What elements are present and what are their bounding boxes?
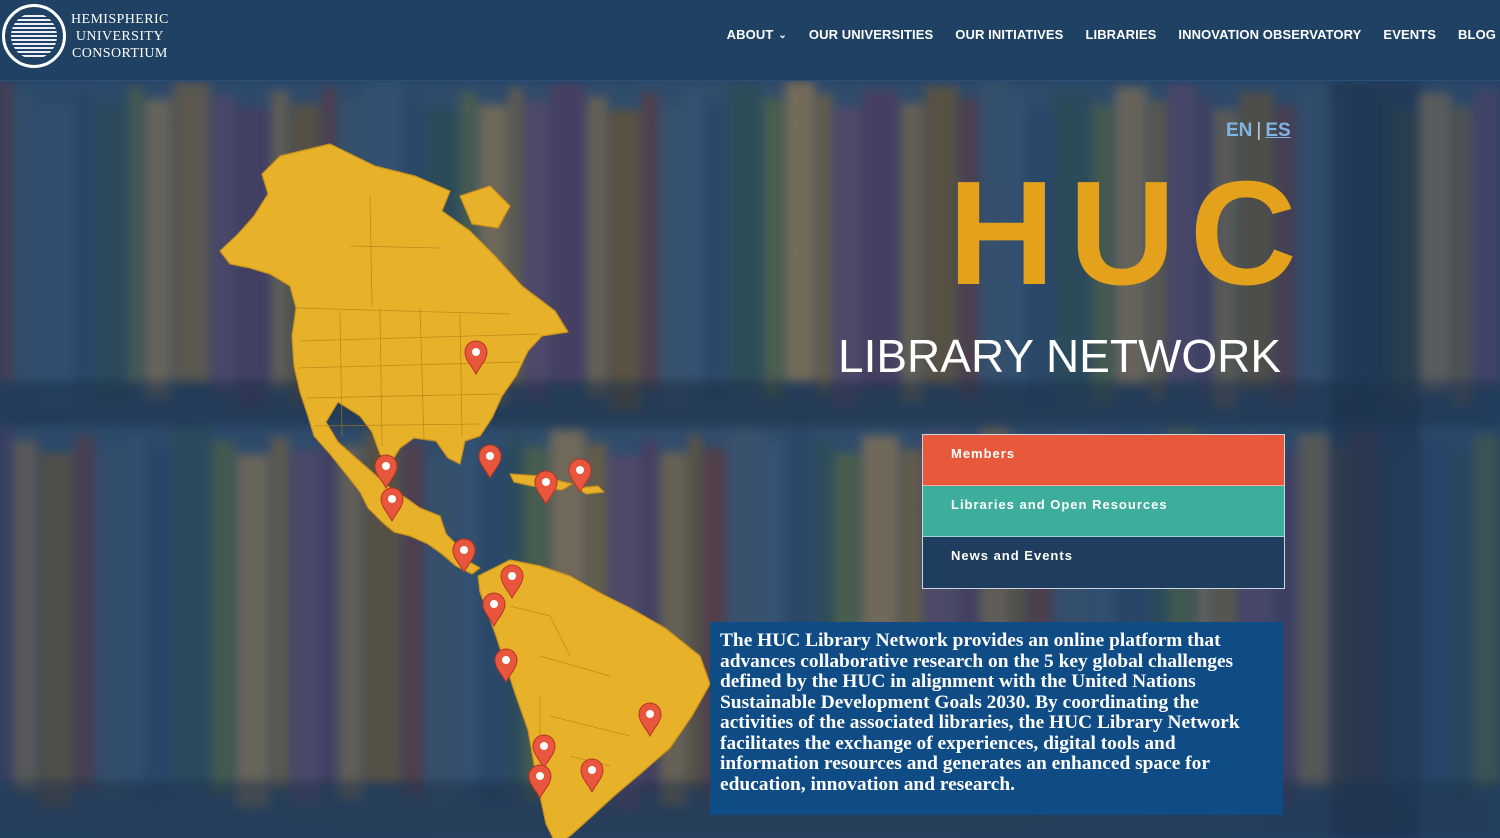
lang-en-link[interactable]: EN (1226, 120, 1252, 141)
map-pin-icon (534, 470, 558, 506)
nav-about-label: ABOUT (726, 27, 774, 42)
logo-line-1: HEMISPHERIC (71, 11, 169, 27)
lang-separator: | (1256, 120, 1262, 141)
nav-item-libraries[interactable]: LIBRARIES (1085, 27, 1156, 42)
logo-line-3: CONSORTIUM (72, 45, 168, 61)
nav-item-about[interactable]: ABOUT ⌄ (727, 27, 787, 42)
menu-item-libraries-open-resources[interactable]: Libraries and Open Resources (923, 486, 1284, 537)
globe-logo-icon (2, 4, 66, 68)
nav-item-our-universities[interactable]: OUR UNIVERSITIES (809, 27, 933, 42)
site-header: HEMISPHERIC UNIVERSITY CONSORTIUM ABOUT ⌄… (0, 0, 1500, 81)
hero-title: HUC (948, 151, 1311, 316)
hero-menu: Members Libraries and Open Resources New… (922, 434, 1285, 589)
map-pin-icon (478, 444, 502, 480)
lang-es-link[interactable]: ES (1265, 120, 1290, 141)
menu-item-news-events[interactable]: News and Events (923, 537, 1284, 588)
nav-item-innovation-observatory[interactable]: INNOVATION OBSERVATORY (1178, 27, 1361, 42)
nav-item-blog[interactable]: BLOG (1458, 27, 1496, 42)
main-nav: ABOUT ⌄ OUR UNIVERSITIES OUR INITIATIVES … (705, 27, 1496, 42)
logo-text: HEMISPHERIC UNIVERSITY CONSORTIUM (71, 11, 169, 62)
hero-section: EN | ES HUC LIBRARY NETWORK Members Librar… (0, 81, 1500, 838)
nav-item-events[interactable]: EVENTS (1383, 27, 1436, 42)
nav-item-our-initiatives[interactable]: OUR INITIATIVES (955, 27, 1063, 42)
americas-map-image (219, 143, 711, 838)
chevron-down-icon: ⌄ (778, 30, 787, 41)
hero-subtitle: LIBRARY NETWORK (838, 330, 1282, 382)
network-description: The HUC Library Network provides an onli… (710, 622, 1283, 815)
menu-item-members[interactable]: Members (923, 435, 1284, 486)
language-switcher: EN | ES (1226, 120, 1291, 142)
logo-line-2: UNIVERSITY (75, 28, 164, 44)
site-logo[interactable]: HEMISPHERIC UNIVERSITY CONSORTIUM (0, 4, 169, 68)
